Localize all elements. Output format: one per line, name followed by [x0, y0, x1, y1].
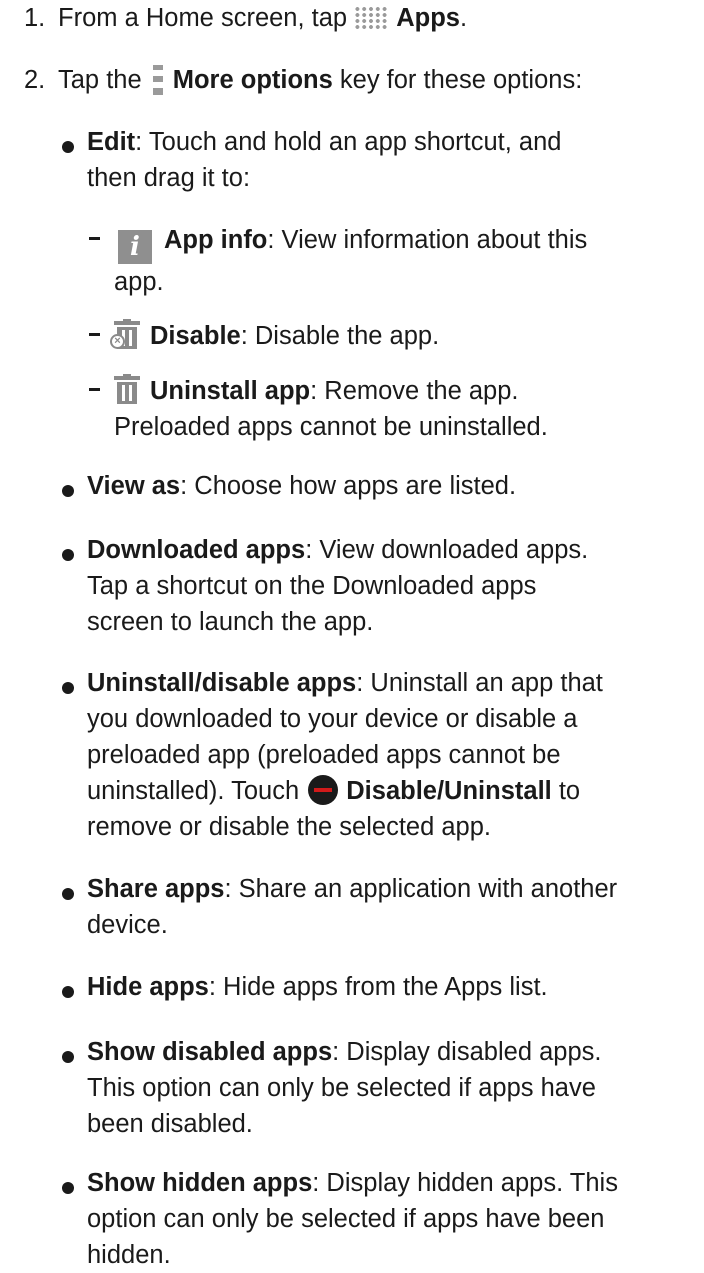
option-share-apps: Share apps: Share an application with an…: [87, 875, 618, 939]
bullet: [62, 485, 74, 497]
dash: [89, 333, 100, 336]
target-uninstall: Uninstall app: Remove the app. Preloaded…: [114, 373, 704, 445]
target-term: Uninstall app: [150, 377, 311, 405]
target-term: App info: [164, 226, 268, 254]
step-2: 2. Tap the More options key for these op…: [24, 62, 704, 98]
option-downloaded-apps: Downloaded apps: View downloaded apps. T…: [87, 536, 589, 636]
target-term: Disable: [150, 322, 241, 350]
option-uninstall-disable-apps: Uninstall/disable apps: Uninstall an app…: [87, 669, 603, 841]
step-text: Tap the More options key for these optio…: [58, 65, 583, 95]
target-disable: × Disable: Disable the app.: [110, 318, 704, 354]
uninstall-icon: [114, 374, 140, 406]
option-term: Downloaded apps: [87, 536, 306, 564]
option-term: Hide apps: [87, 973, 209, 1001]
disable-icon: ×: [110, 319, 140, 351]
more-options-icon: [152, 65, 163, 95]
bullet: [62, 682, 74, 694]
apps-label: Apps: [396, 4, 460, 32]
bullet: [62, 549, 74, 561]
bullet: [62, 1182, 74, 1194]
option-term: Show disabled apps: [87, 1038, 333, 1066]
bullet: [62, 888, 74, 900]
dash: [89, 388, 100, 391]
more-options-label: More options: [172, 66, 333, 94]
remove-icon: [308, 775, 339, 805]
dash: [89, 237, 100, 240]
option-term: Uninstall/disable apps: [87, 669, 357, 697]
step-number: 1.: [24, 4, 46, 32]
step-1: 1. From a Home screen, tap Apps.: [24, 0, 704, 36]
option-term: Share apps: [87, 875, 225, 903]
bullet: [62, 1051, 74, 1063]
apps-grid-icon: [354, 6, 389, 30]
step-text: From a Home screen, tap Apps.: [58, 4, 468, 32]
bullet: [62, 986, 74, 998]
step-number: 2.: [24, 66, 46, 94]
option-edit: Edit: Touch and hold an app shortcut, an…: [87, 128, 562, 192]
document-page: 1. From a Home screen, tap Apps. 2. Tap …: [0, 0, 704, 1269]
option-show-disabled-apps: Show disabled apps: Display disabled app…: [87, 1038, 602, 1138]
disable-uninstall-label: Disable/Uninstall: [346, 777, 552, 805]
option-hide-apps: Hide apps: Hide apps from the Apps list.: [87, 973, 548, 1001]
target-app-info: i App info: View information about this a…: [114, 226, 588, 296]
app-info-icon: i: [118, 230, 152, 264]
option-term: View as: [87, 472, 181, 500]
bullet: [62, 141, 74, 153]
option-view-as: View as: Choose how apps are listed.: [87, 472, 517, 500]
option-show-hidden-apps: Show hidden apps: Display hidden apps. T…: [87, 1169, 618, 1269]
option-term: Show hidden apps: [87, 1169, 313, 1197]
option-term: Edit: [87, 128, 136, 156]
